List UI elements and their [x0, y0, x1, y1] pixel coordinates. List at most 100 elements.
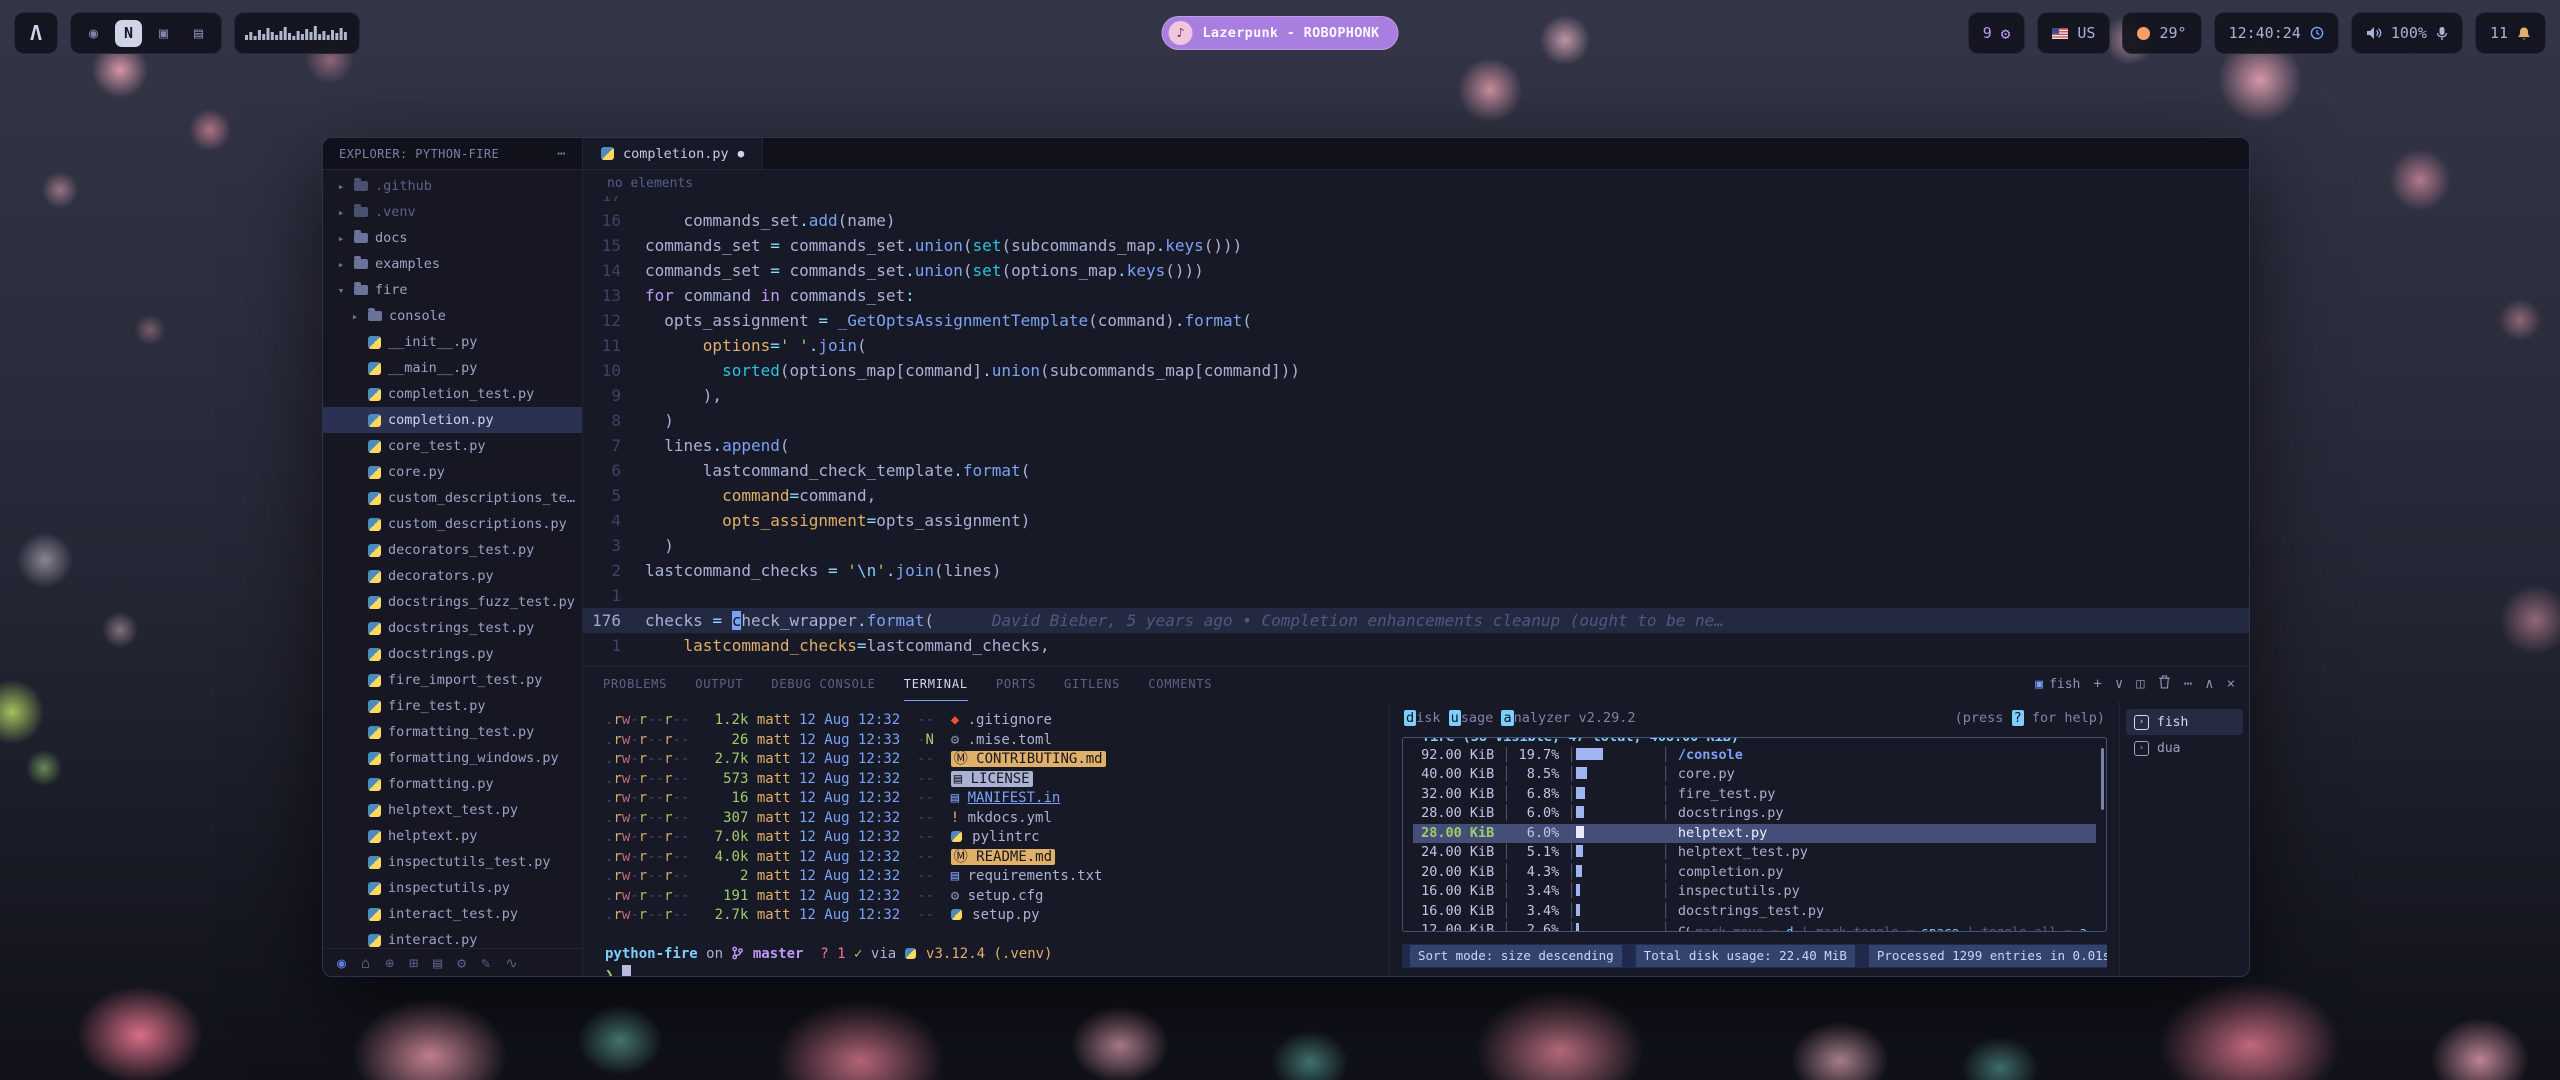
grid-icon[interactable]: ⊞: [409, 954, 418, 972]
updates-widget[interactable]: 9 ⚙: [1968, 12, 2026, 54]
code-line[interactable]: 2lastcommand_checks = '\n'.join(lines): [583, 558, 2249, 583]
trash-icon[interactable]: [2158, 675, 2171, 693]
workspace-files-icon[interactable]: ▤: [185, 20, 212, 47]
tree-item-__main__.py[interactable]: __main__.py: [323, 355, 582, 381]
panel-tab-ports[interactable]: PORTS: [996, 667, 1036, 701]
close-panel-icon[interactable]: ×: [2227, 676, 2235, 692]
code-line[interactable]: 1: [583, 583, 2249, 608]
workspace-browser-icon[interactable]: ◉: [80, 20, 107, 47]
notifications-widget[interactable]: 11: [2475, 12, 2546, 54]
panel-tab-output[interactable]: OUTPUT: [695, 667, 743, 701]
dua-row-inspectutils.py[interactable]: 16.00 KiB │ 3.4% ││ inspectutils.py: [1413, 882, 2096, 902]
terminal-dua[interactable]: disk usage analyzer v2.29.2 (press ? for…: [1389, 701, 2119, 976]
tree-item-.venv[interactable]: ▸.venv: [323, 199, 582, 225]
dua-row-completion.py[interactable]: 20.00 KiB │ 4.3% ││ completion.py: [1413, 863, 2096, 883]
tree-item-decorators_test.py[interactable]: decorators_test.py: [323, 537, 582, 563]
code-line[interactable]: 6 lastcommand_check_template.format(: [583, 458, 2249, 483]
new-terminal-button[interactable]: +: [2093, 676, 2101, 692]
tree-item-interact_test.py[interactable]: interact_test.py: [323, 901, 582, 927]
tree-item-inspectutils_test.py[interactable]: inspectutils_test.py: [323, 849, 582, 875]
tree-item-completion_test.py[interactable]: completion_test.py: [323, 381, 582, 407]
tree-item-.github[interactable]: ▸.github: [323, 173, 582, 199]
code-editor[interactable]: 17 """16 commands_set.add(name)15command…: [583, 196, 2249, 666]
dua-row-console[interactable]: 92.00 KiB │ 19.7% ││ /console: [1413, 746, 2096, 766]
tree-item-examples[interactable]: ▸examples: [323, 251, 582, 277]
terminal-list-item-dua[interactable]: ›dua: [2126, 735, 2243, 761]
terminal-fish[interactable]: .rw-r--r-- 1.2k matt 12 Aug 12:32 -- ◆ .…: [583, 701, 1389, 976]
panel-tab-terminal[interactable]: TERMINAL: [904, 667, 968, 701]
terminal-list-item-fish[interactable]: ›fish: [2126, 709, 2243, 735]
tree-item-core.py[interactable]: core.py: [323, 459, 582, 485]
media-player-pill[interactable]: ♪ Lazerpunk - ROBOPHONK: [1162, 16, 1399, 50]
wave-icon[interactable]: ∿: [505, 954, 518, 972]
dua-row-core.py[interactable]: 40.00 KiB │ 8.5% ││ core.py: [1413, 765, 2096, 785]
gear-icon[interactable]: ⚙: [457, 954, 466, 972]
code-line[interactable]: 7 lines.append(: [583, 433, 2249, 458]
tree-item-helptext_test.py[interactable]: helptext_test.py: [323, 797, 582, 823]
tree-item-custom_descriptions.py[interactable]: custom_descriptions.py: [323, 511, 582, 537]
dua-row-helptext_test.py[interactable]: 24.00 KiB │ 5.1% ││ helptext_test.py: [1413, 843, 2096, 863]
dua-row-docstrings_test.py[interactable]: 16.00 KiB │ 3.4% ││ docstrings_test.py: [1413, 902, 2096, 922]
panel-tab-debug-console[interactable]: DEBUG CONSOLE: [771, 667, 875, 701]
code-line[interactable]: 3 ): [583, 533, 2249, 558]
code-line[interactable]: 14commands_set = commands_set.union(set(…: [583, 258, 2249, 283]
tree-item-fire[interactable]: ▾fire: [323, 277, 582, 303]
panel-tab-problems[interactable]: PROBLEMS: [603, 667, 667, 701]
tab-completion-py[interactable]: completion.py ●: [583, 138, 763, 169]
workspace-editor-icon[interactable]: N: [115, 20, 142, 47]
launcher-button[interactable]: Λ: [14, 12, 58, 54]
code-line[interactable]: 16 commands_set.add(name): [583, 208, 2249, 233]
tree-item-formatting.py[interactable]: formatting.py: [323, 771, 582, 797]
tree-item-fire_test.py[interactable]: fire_test.py: [323, 693, 582, 719]
dua-row-fire_test.py[interactable]: 32.00 KiB │ 6.8% ││ fire_test.py: [1413, 785, 2096, 805]
list-icon[interactable]: ▤: [433, 954, 442, 972]
code-line[interactable]: 5 command=command,: [583, 483, 2249, 508]
weather-widget[interactable]: 29°: [2122, 12, 2201, 54]
system-graph-widget[interactable]: [234, 12, 360, 54]
code-line[interactable]: 11 options=' '.join(: [583, 333, 2249, 358]
tree-item-console[interactable]: ▸console: [323, 303, 582, 329]
tree-item-inspectutils.py[interactable]: inspectutils.py: [323, 875, 582, 901]
tree-item-docstrings.py[interactable]: docstrings.py: [323, 641, 582, 667]
panel-tab-comments[interactable]: COMMENTS: [1148, 667, 1212, 701]
tree-item-formatting_test.py[interactable]: formatting_test.py: [323, 719, 582, 745]
home-icon[interactable]: ⌂: [361, 954, 370, 972]
tree-item-core_test.py[interactable]: core_test.py: [323, 433, 582, 459]
tree-item-docstrings_test.py[interactable]: docstrings_test.py: [323, 615, 582, 641]
tree-item-formatting_windows.py[interactable]: formatting_windows.py: [323, 745, 582, 771]
more-actions-icon[interactable]: ⋯: [557, 146, 566, 162]
audio-widget[interactable]: 100%: [2351, 12, 2463, 54]
remote-indicator[interactable]: ◉: [337, 954, 346, 972]
more-icon[interactable]: ⋯: [2184, 676, 2192, 692]
add-icon[interactable]: ⊕: [385, 954, 394, 972]
chevron-up-icon[interactable]: ∧: [2205, 676, 2213, 692]
terminal-profile-button[interactable]: ▣fish: [2035, 677, 2080, 692]
code-line[interactable]: 176checks = check_wrapper.format( David …: [583, 608, 2249, 633]
tree-item-docs[interactable]: ▸docs: [323, 225, 582, 251]
tree-item-interact.py[interactable]: interact.py: [323, 927, 582, 948]
chevron-down-icon[interactable]: ∨: [2115, 676, 2123, 692]
tree-item-helptext.py[interactable]: helptext.py: [323, 823, 582, 849]
tree-item-docstrings_fuzz_test.py[interactable]: docstrings_fuzz_test.py: [323, 589, 582, 615]
edit-icon[interactable]: ✎: [481, 954, 490, 972]
code-line[interactable]: 8 ): [583, 408, 2249, 433]
panel-tab-gitlens[interactable]: GITLENS: [1064, 667, 1120, 701]
tree-item-custom_descriptions_test[interactable]: custom_descriptions_test…: [323, 485, 582, 511]
dua-row-docstrings.py[interactable]: 28.00 KiB │ 6.0% ││ docstrings.py: [1413, 804, 2096, 824]
code-line[interactable]: 4 opts_assignment=opts_assignment): [583, 508, 2249, 533]
code-line[interactable]: 10 sorted(options_map[command].union(sub…: [583, 358, 2249, 383]
breadcrumb[interactable]: no elements: [583, 170, 2249, 196]
code-line[interactable]: 17 """: [583, 196, 2249, 208]
code-line[interactable]: 9 ),: [583, 383, 2249, 408]
code-line[interactable]: 15commands_set = commands_set.union(set(…: [583, 233, 2249, 258]
tree-item-completion.py[interactable]: completion.py: [323, 407, 582, 433]
code-line[interactable]: 1 lastcommand_checks=lastcommand_checks,: [583, 633, 2249, 658]
code-line[interactable]: 12 opts_assignment = _GetOptsAssignmentT…: [583, 308, 2249, 333]
tree-item-__init__.py[interactable]: __init__.py: [323, 329, 582, 355]
scrollbar[interactable]: [2101, 748, 2104, 810]
workspace-terminal-icon[interactable]: ▣: [150, 20, 177, 47]
dua-row-helptext.py[interactable]: 28.00 KiB │ 6.0% ││ helptext.py: [1413, 824, 2096, 844]
tree-item-fire_import_test.py[interactable]: fire_import_test.py: [323, 667, 582, 693]
split-terminal-icon[interactable]: ◫: [2136, 676, 2144, 692]
code-line[interactable]: 13for command in commands_set:: [583, 283, 2249, 308]
